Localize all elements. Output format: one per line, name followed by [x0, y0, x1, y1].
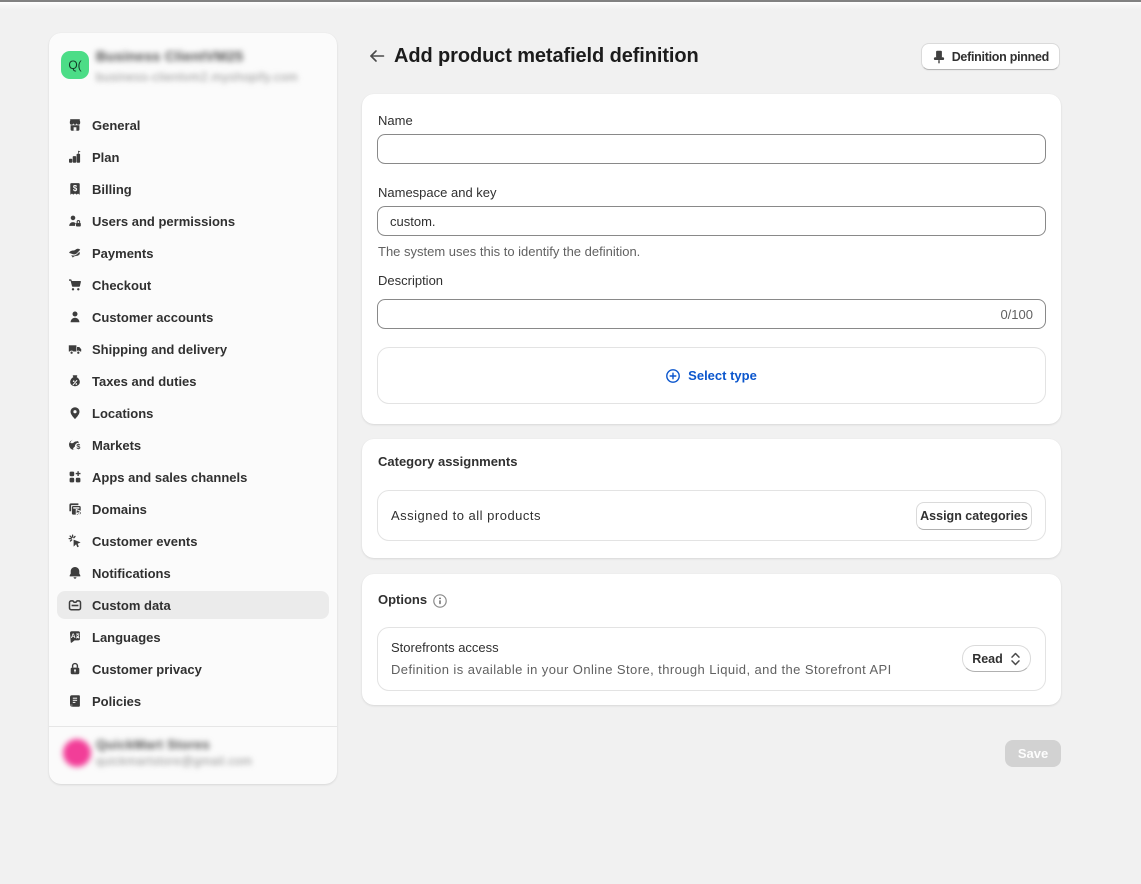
svg-text:$: $: [73, 184, 78, 193]
svg-text:A: A: [71, 633, 76, 640]
svg-text:$: $: [76, 442, 80, 451]
